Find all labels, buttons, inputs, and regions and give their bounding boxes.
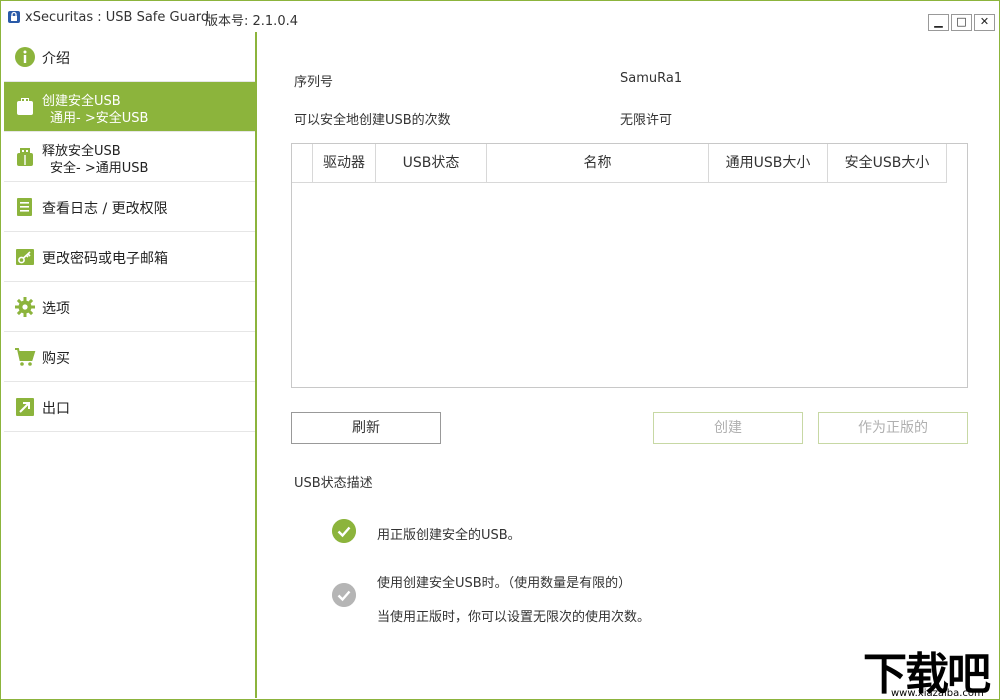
- maximize-button[interactable]: □: [951, 14, 972, 31]
- sidebar-item-label: 介绍: [42, 51, 70, 67]
- sidebar-item-options[interactable]: 选项: [4, 282, 256, 332]
- usb-status-description-title: USB状态描述: [294, 476, 373, 491]
- sidebar: 介绍 创建安全USB 通用- >安全USB 释放安全USB 安全- >通用USB: [4, 32, 256, 698]
- sidebar-item-intro[interactable]: 介绍: [4, 32, 256, 82]
- sidebar-item-exit[interactable]: 出口: [4, 382, 256, 432]
- serial-value: SamuRa1: [620, 71, 683, 86]
- sidebar-item-view-log[interactable]: 查看日志 / 更改权限: [4, 182, 256, 232]
- serial-label: 序列号: [294, 75, 334, 90]
- create-count-label: 可以安全地创建USB的次数: [294, 113, 451, 128]
- sidebar-item-sublabel: 通用- >安全USB: [50, 111, 149, 126]
- sidebar-item-change-password[interactable]: 更改密码或电子邮箱: [4, 232, 256, 282]
- status-desc-genuine: 用正版创建安全的USB。: [377, 528, 521, 543]
- minimize-button[interactable]: ▁: [928, 14, 949, 31]
- sidebar-item-label: 购买: [42, 351, 70, 367]
- sidebar-item-sublabel: 安全- >通用USB: [50, 161, 149, 176]
- create-button[interactable]: 创建: [653, 412, 803, 444]
- app-window: xSecuritas : USB Safe Guard 版本号: 2.1.0.4…: [0, 0, 1000, 700]
- window-title: xSecuritas : USB Safe Guard: [25, 10, 210, 25]
- check-circle-gray-icon: [332, 583, 356, 607]
- status-desc-unlimited-note: 当使用正版时，你可以设置无限次的使用次数。: [377, 610, 651, 625]
- column-header-generic-size[interactable]: 通用USB大小: [709, 144, 828, 183]
- version-label: 版本号: 2.1.0.4: [205, 14, 298, 29]
- status-desc-limited: 使用创建安全USB时。（使用数量是有限的）: [377, 576, 632, 591]
- exit-icon: [16, 398, 34, 416]
- sidebar-item-buy[interactable]: 购买: [4, 332, 256, 382]
- create-count-value: 无限许可: [620, 113, 673, 128]
- sidebar-item-label: 出口: [42, 401, 70, 417]
- check-circle-icon: [332, 519, 356, 543]
- table-header: 驱动器 USB状态 名称 通用USB大小 安全USB大小: [292, 144, 947, 183]
- usb-drive-icon: [17, 98, 33, 115]
- sidebar-item-label: 选项: [42, 301, 70, 317]
- close-button[interactable]: ✕: [974, 14, 995, 31]
- watermark-logo: 下载吧 www.xiazaiba.com: [863, 642, 997, 699]
- table-header-blank: [292, 144, 313, 183]
- gear-icon: [15, 297, 35, 317]
- column-header-secure-size[interactable]: 安全USB大小: [828, 144, 947, 183]
- refresh-button[interactable]: 刷新: [291, 412, 441, 444]
- sidebar-item-label: 更改密码或电子邮箱: [42, 251, 168, 267]
- sidebar-item-release-secure-usb[interactable]: 释放安全USB 安全- >通用USB: [4, 132, 256, 182]
- use-genuine-button[interactable]: 作为正版的: [818, 412, 968, 444]
- main-panel: 序列号 SamuRa1 可以安全地创建USB的次数 无限许可 驱动器 USB状态…: [257, 32, 999, 698]
- watermark-url: www.xiazaiba.com: [891, 688, 984, 699]
- column-header-drive[interactable]: 驱动器: [313, 144, 376, 183]
- cart-icon: [15, 348, 36, 366]
- usb-plug-icon: [17, 148, 33, 166]
- column-header-usb-status[interactable]: USB状态: [376, 144, 487, 183]
- key-icon: [16, 249, 34, 265]
- info-icon: [15, 47, 35, 67]
- sidebar-item-label: 查看日志 / 更改权限: [42, 201, 168, 217]
- usb-drive-table[interactable]: 驱动器 USB状态 名称 通用USB大小 安全USB大小: [291, 143, 968, 388]
- sidebar-item-create-secure-usb[interactable]: 创建安全USB 通用- >安全USB: [4, 82, 256, 132]
- document-icon: [17, 198, 32, 216]
- title-bar: xSecuritas : USB Safe Guard 版本号: 2.1.0.4…: [1, 1, 999, 33]
- column-header-name[interactable]: 名称: [487, 144, 709, 183]
- lock-icon: [8, 11, 20, 23]
